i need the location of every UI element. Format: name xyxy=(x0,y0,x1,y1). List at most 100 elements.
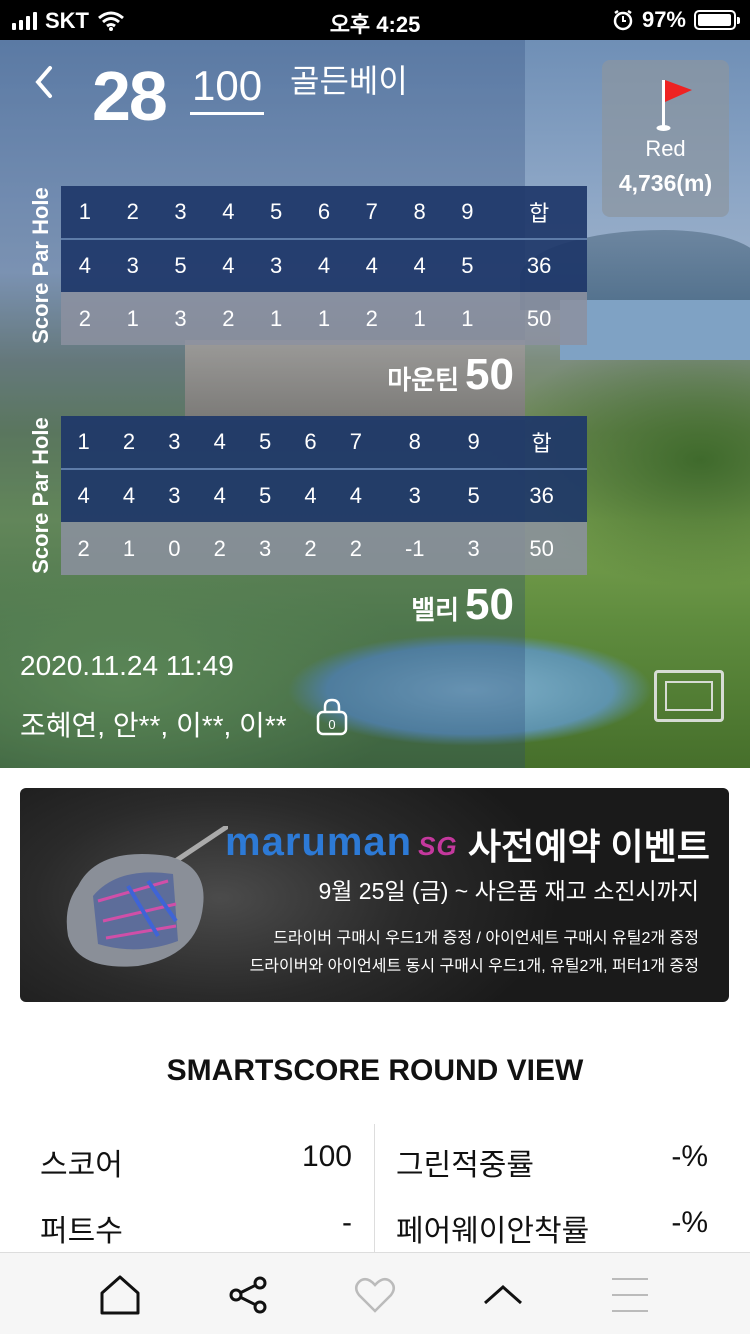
course-subtotal: 밸리 50 xyxy=(411,580,514,630)
stat-value-gir: -% xyxy=(671,1140,708,1173)
hole-cell: 합 xyxy=(531,431,552,456)
par-cell: 4 xyxy=(300,238,348,292)
brand-logo: maruman SG xyxy=(225,820,458,864)
stat-label-putts: 퍼트수 xyxy=(40,1215,123,1248)
bottom-toolbar xyxy=(0,1252,750,1334)
score-cell: 2 xyxy=(78,305,92,331)
hole-cell: 3 xyxy=(168,429,181,454)
par-cell: 3 xyxy=(378,468,451,522)
hole-cell: 3 xyxy=(174,199,187,224)
battery-percent: 97% xyxy=(641,7,686,32)
score-cell: 3 xyxy=(174,305,187,331)
scorecard-course-2: 123456789합 4 4 3 4 5 4 4 3 5 36 2 1 0 2 3 2 2 -1 3 50 xyxy=(61,416,587,575)
score-cell: 3 xyxy=(258,535,272,561)
score-cell: 2 xyxy=(213,535,226,561)
hole-cell: 6 xyxy=(304,429,317,454)
hole-cell: 합 xyxy=(529,201,550,226)
par-cell: 4 xyxy=(347,238,396,292)
course-name: 골든베이 xyxy=(290,63,408,99)
score-cell: 1 xyxy=(413,305,426,331)
banner-line-1: 드라이버 구매시 우드1개 증정 / 아이언세트 구매시 유틸2개 증정 xyxy=(273,930,699,947)
hole-row: 1 2 3 4 5 6 7 8 9 합 xyxy=(61,416,587,469)
lock-count: 0 xyxy=(328,717,335,732)
banner-line-2: 드라이버와 아이언세트 동시 구매시 우드1개, 유틸2개, 퍼터1개 증정 xyxy=(249,958,699,975)
course-name: 마운틴 xyxy=(387,365,460,395)
par-cell: 4 xyxy=(287,468,334,522)
par-row: 4 4 3 4 5 4 4 3 5 36 xyxy=(61,468,587,522)
hole-cell: 1 xyxy=(78,199,92,224)
round-score: 28 xyxy=(92,57,168,135)
section-title: SMARTSCORE ROUND VIEW xyxy=(166,1054,584,1087)
score-row: 2 1 0 2 3 2 2 -1 3 50 xyxy=(61,522,587,575)
score-cell: 0 xyxy=(168,535,181,561)
ad-banner[interactable]: maruman SG 사전예약 이벤트 9월 25일 (금) ~ 사은품 재고 소… xyxy=(20,788,729,1002)
hole-cell: 4 xyxy=(213,429,226,454)
stat-label-score: 스코어 xyxy=(40,1149,123,1182)
score-cell: 1 xyxy=(461,305,474,331)
score-cell: 2 xyxy=(349,535,362,561)
tee-distance: 4,736(m) xyxy=(618,170,713,196)
hole-cell: 9 xyxy=(467,429,480,454)
par-cell: 4 xyxy=(395,238,444,292)
score-cell: -1 xyxy=(404,535,425,561)
par-cell: 4 xyxy=(61,468,107,522)
par-cell: 4 xyxy=(61,238,109,292)
par-cell: 5 xyxy=(156,238,205,292)
battery-icon xyxy=(694,10,740,30)
par-cell: 5 xyxy=(242,468,288,522)
stat-label-gir: 그린적중률 xyxy=(396,1149,534,1182)
divider xyxy=(374,1124,375,1254)
share-icon[interactable] xyxy=(226,1273,270,1317)
par-cell: 3 xyxy=(151,468,198,522)
alarm-icon xyxy=(613,9,633,31)
banner-subtitle: 9월 25일 (금) ~ 사은품 재고 소진시까지 xyxy=(318,878,699,904)
par-cell: 4 xyxy=(106,468,152,522)
score-row: 2 1 3 2 1 1 2 1 1 50 xyxy=(61,292,587,345)
par-row: 4 3 5 4 3 4 4 4 5 36 xyxy=(61,238,587,292)
score-cell: 1 xyxy=(122,535,136,561)
hole-cell: 8 xyxy=(408,429,421,454)
heart-icon[interactable] xyxy=(353,1273,397,1317)
players-list: 조혜연, 안**, 이**, 이** xyxy=(20,710,287,741)
menu-icon[interactable] xyxy=(608,1273,652,1317)
lock-icon[interactable]: 0 xyxy=(316,696,348,736)
stat-value-score: 100 xyxy=(301,1140,352,1173)
course-subtotal: 마운틴 50 xyxy=(387,350,514,400)
chevron-up-icon[interactable] xyxy=(481,1273,525,1317)
scorecard-course-1: 123456789합 4 3 5 4 3 4 4 4 5 36 2 1 3 2 1 1 2 1 1 50 xyxy=(61,186,587,345)
score-cell: 2 xyxy=(304,535,317,561)
score-cell: 1 xyxy=(126,305,139,331)
par-cell: 3 xyxy=(108,238,157,292)
tee-name: Red xyxy=(645,136,686,161)
course-score: 50 xyxy=(465,580,514,629)
hole-cell: 7 xyxy=(349,429,362,454)
stat-label-fairway: 페어웨이안착률 xyxy=(396,1215,590,1248)
course-name: 밸리 xyxy=(411,595,460,625)
score-cell: 2 xyxy=(222,305,235,331)
score-cell: 2 xyxy=(77,535,90,561)
score-cell: 1 xyxy=(270,305,283,331)
hole-cell: 2 xyxy=(122,429,136,454)
flag-icon xyxy=(656,80,692,131)
hole-cell: 7 xyxy=(365,199,378,224)
card-side-label: Score Par Hole xyxy=(28,187,53,344)
home-icon[interactable] xyxy=(98,1273,142,1317)
par-cell: 4 xyxy=(204,238,253,292)
hole-cell: 8 xyxy=(413,199,426,224)
par-cell: 36 xyxy=(491,238,587,292)
back-chevron-icon[interactable] xyxy=(30,62,60,102)
stat-value-putts: - xyxy=(342,1206,352,1239)
card-side-label: Score Par Hole xyxy=(28,417,53,574)
status-bar: SKT 오후 4:25 97% xyxy=(0,0,750,40)
par-cell: 4 xyxy=(333,468,379,522)
par-cell: 3 xyxy=(252,238,301,292)
round-total: 100 xyxy=(190,62,265,115)
hole-cell: 4 xyxy=(222,199,235,224)
hole-row: 1 2 3 4 5 6 7 8 9 합 xyxy=(61,186,587,239)
par-cell: 5 xyxy=(443,238,492,292)
hole-cell: 5 xyxy=(258,429,272,454)
photo-frame-icon[interactable] xyxy=(654,670,724,722)
hole-cell: 2 xyxy=(126,199,139,224)
par-cell: 5 xyxy=(450,468,497,522)
course-score: 50 xyxy=(465,350,514,399)
